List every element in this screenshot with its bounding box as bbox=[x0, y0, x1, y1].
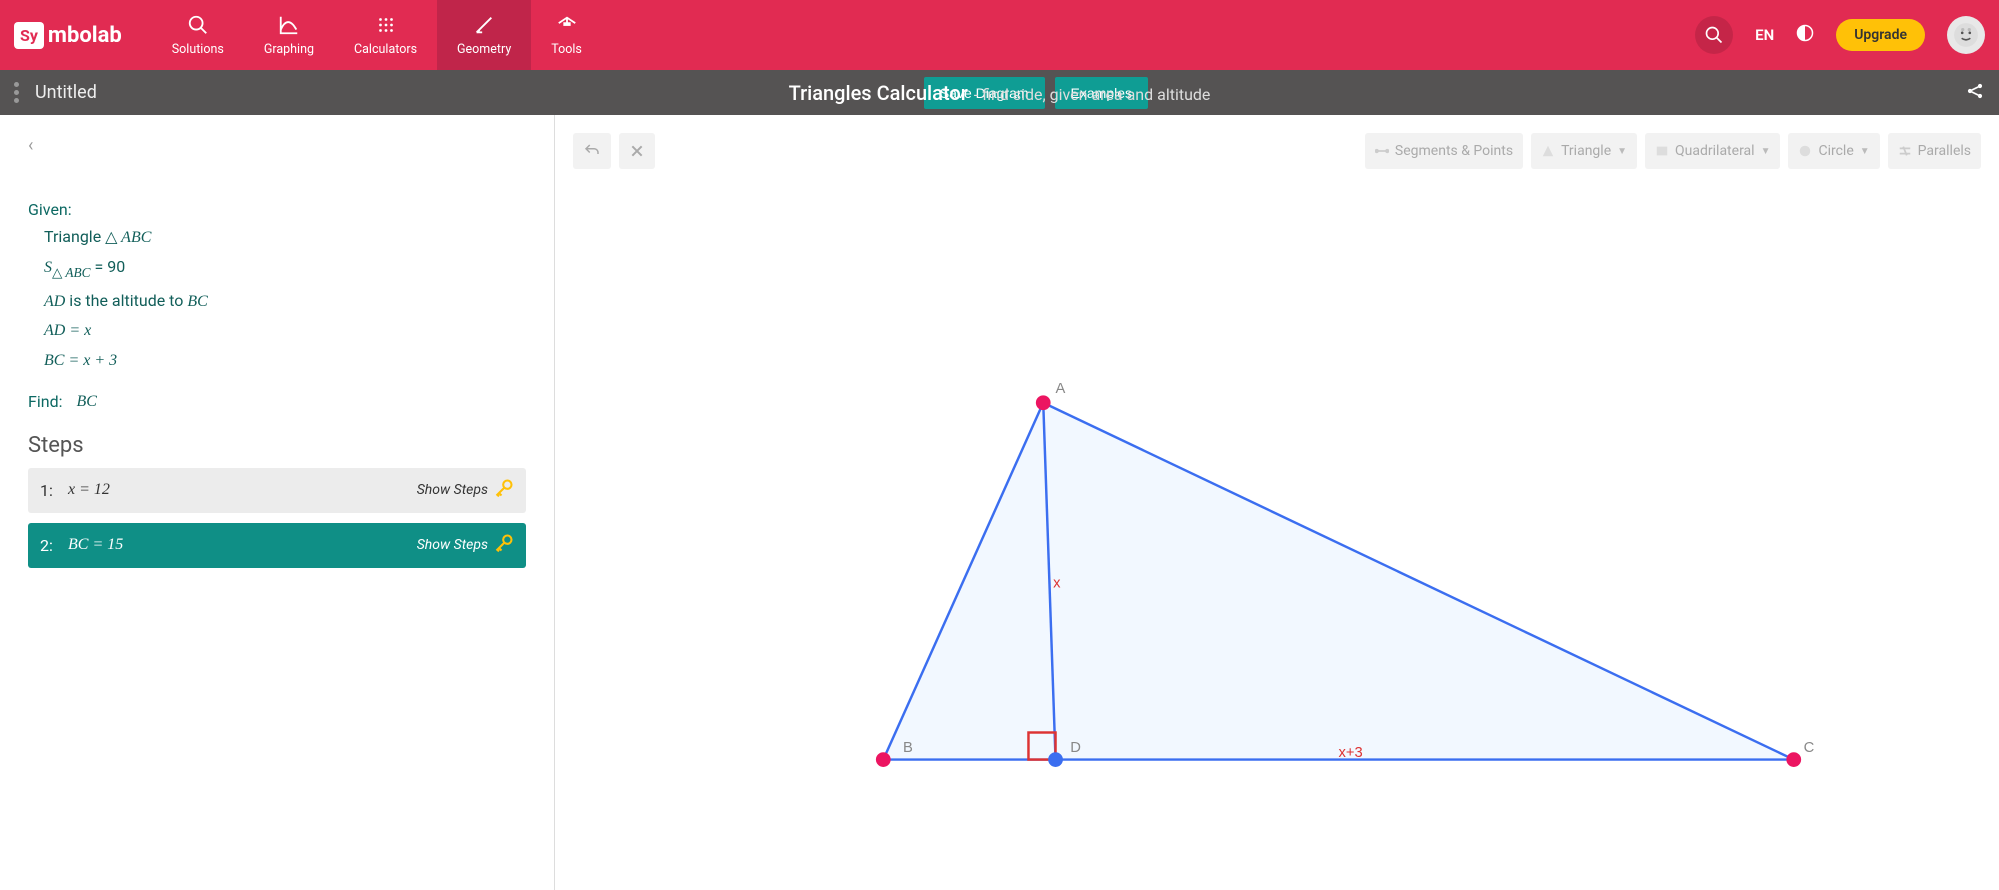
show-steps-1[interactable]: Show Steps bbox=[417, 478, 514, 503]
geometry-canvas[interactable]: A B C D x x+3 bbox=[573, 169, 1981, 858]
find-value: BC bbox=[76, 388, 96, 415]
svg-text:x: x bbox=[1053, 575, 1061, 591]
logo-text: mbolab bbox=[48, 23, 122, 48]
svg-text:C: C bbox=[1804, 740, 1815, 756]
graphing-icon bbox=[278, 14, 300, 36]
given-line-4: AD = x bbox=[44, 317, 526, 344]
chevron-down-icon: ▼ bbox=[1617, 146, 1627, 157]
parallels-tool[interactable]: Parallels bbox=[1888, 133, 1981, 169]
svg-text:B: B bbox=[903, 740, 913, 756]
nav-geometry[interactable]: Geometry bbox=[437, 0, 531, 70]
theme-toggle-icon[interactable] bbox=[1796, 24, 1814, 46]
segments-tool[interactable]: Segments & Points bbox=[1365, 133, 1523, 169]
avatar[interactable] bbox=[1947, 16, 1985, 54]
show-steps-2[interactable]: Show Steps bbox=[417, 533, 514, 558]
triangle-icon bbox=[1541, 144, 1555, 158]
calculator-icon bbox=[375, 14, 397, 36]
document-title[interactable]: Untitled bbox=[35, 82, 97, 103]
clear-button[interactable] bbox=[619, 133, 655, 169]
canvas-toolbar: Segments & Points Triangle ▼ Quadrilater… bbox=[573, 133, 1981, 169]
chevron-down-icon: ▼ bbox=[1761, 146, 1771, 157]
nav-solutions[interactable]: Solutions bbox=[152, 0, 244, 70]
svg-text:D: D bbox=[1070, 740, 1081, 756]
nav-tools[interactable]: Tools bbox=[531, 0, 602, 70]
tools-icon bbox=[556, 14, 578, 36]
share-icon[interactable] bbox=[1965, 81, 1985, 105]
svg-text:A: A bbox=[1056, 381, 1066, 397]
back-chevron-icon[interactable]: ‹ bbox=[28, 135, 33, 156]
given-label: Given: bbox=[28, 196, 526, 223]
segments-icon bbox=[1375, 144, 1389, 158]
steps-header: Steps bbox=[28, 433, 526, 458]
page-title: Triangles Calculator - find side, given … bbox=[789, 81, 1211, 105]
circle-tool[interactable]: Circle ▼ bbox=[1788, 133, 1879, 169]
key-icon bbox=[494, 478, 514, 503]
nav-calculators[interactable]: Calculators bbox=[334, 0, 437, 70]
language-selector[interactable]: EN bbox=[1755, 26, 1774, 44]
geometry-icon bbox=[473, 14, 495, 36]
quad-tool[interactable]: Quadrilateral ▼ bbox=[1645, 133, 1780, 169]
logo[interactable]: Sy mbolab bbox=[14, 22, 122, 49]
nav-graphing[interactable]: Graphing bbox=[244, 0, 334, 70]
solution-panel: ‹ Given: Triangle △ ABC S△ ABC = 90 AD i… bbox=[0, 115, 555, 890]
logo-short: Sy bbox=[14, 22, 44, 49]
upgrade-button[interactable]: Upgrade bbox=[1836, 19, 1925, 51]
given-line-2: S△ ABC = 90 bbox=[44, 253, 526, 285]
svg-text:x+3: x+3 bbox=[1339, 745, 1363, 761]
drag-handle[interactable] bbox=[14, 82, 19, 103]
circle-icon bbox=[1798, 144, 1812, 158]
main-nav: Solutions Graphing Calculators Geometry … bbox=[152, 0, 602, 70]
search-button[interactable] bbox=[1695, 16, 1733, 54]
parallels-icon bbox=[1898, 144, 1912, 158]
canvas-panel: Segments & Points Triangle ▼ Quadrilater… bbox=[555, 115, 1999, 890]
undo-button[interactable] bbox=[573, 133, 611, 169]
given-line-1: Triangle △ ABC bbox=[44, 223, 526, 251]
sub-bar: Untitled Save Diagram Examples Triangles… bbox=[0, 70, 1999, 115]
find-label: Find: bbox=[28, 388, 62, 415]
search-icon bbox=[187, 14, 209, 36]
step-row-2[interactable]: 2: BC = 15 Show Steps bbox=[28, 523, 526, 568]
key-icon bbox=[494, 533, 514, 558]
chevron-down-icon: ▼ bbox=[1860, 146, 1870, 157]
top-nav: Sy mbolab Solutions Graphing Calculators bbox=[0, 0, 1999, 70]
quad-icon bbox=[1655, 144, 1669, 158]
triangle-diagram: A B C D x x+3 bbox=[573, 169, 1981, 858]
step-row-1[interactable]: 1: x = 12 Show Steps bbox=[28, 468, 526, 513]
given-line-5: BC = x + 3 bbox=[44, 347, 526, 374]
triangle-tool[interactable]: Triangle ▼ bbox=[1531, 133, 1637, 169]
given-line-3: AD is the altitude to BC bbox=[44, 287, 526, 315]
